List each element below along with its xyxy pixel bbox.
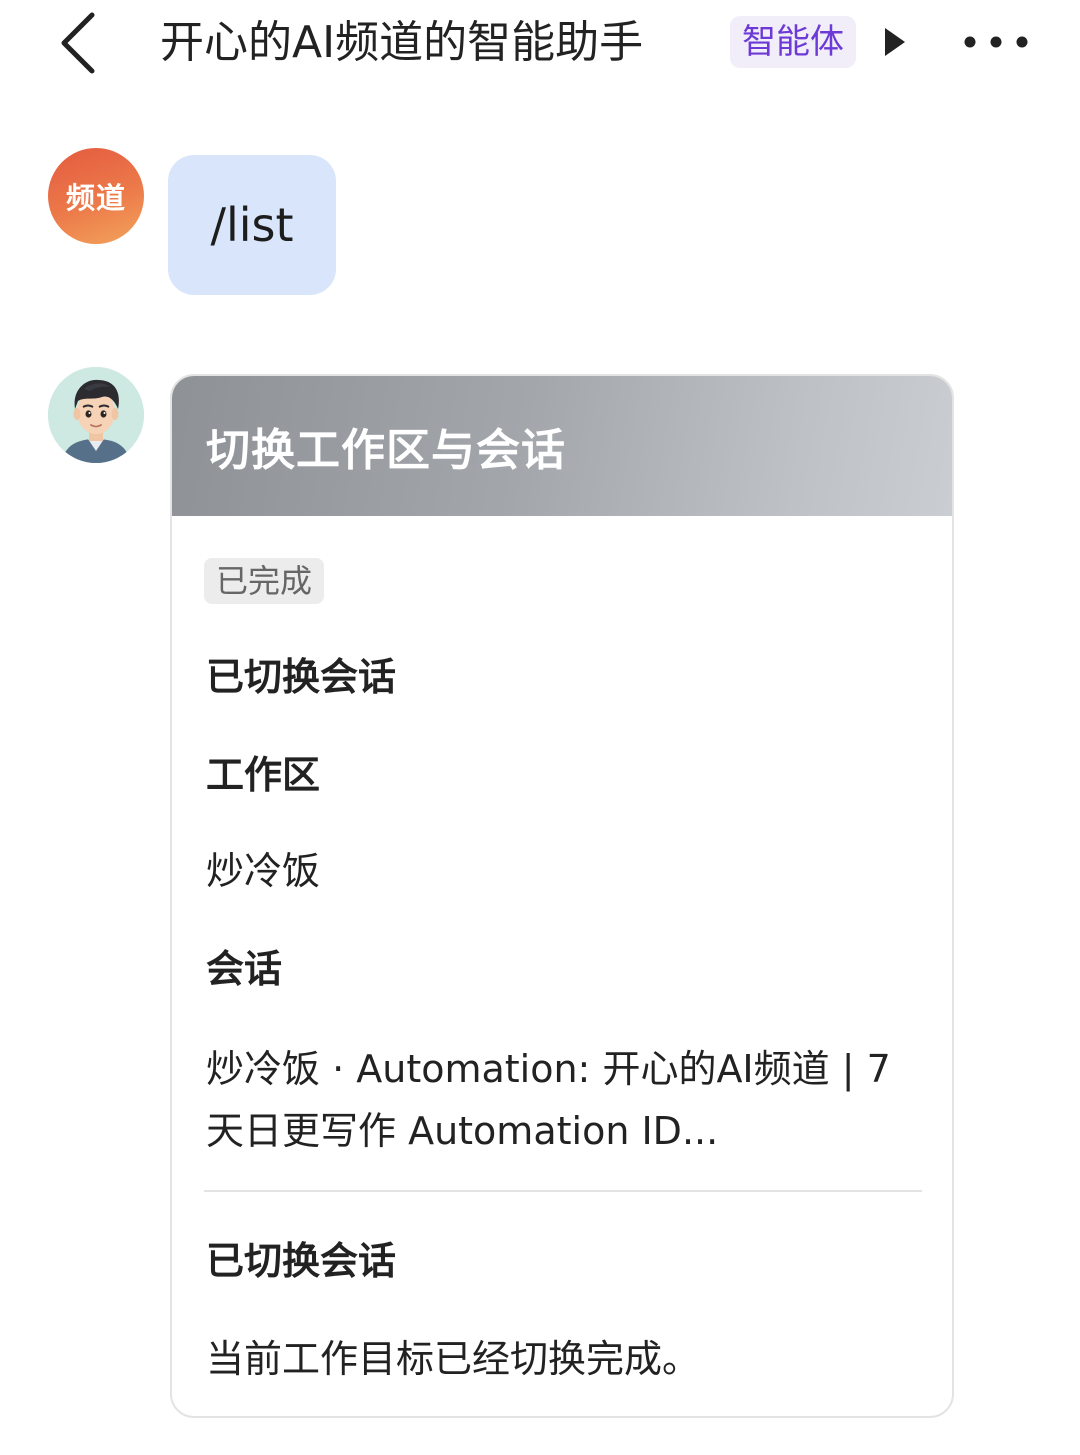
divider — [204, 1190, 922, 1192]
chevron-left-icon — [61, 12, 95, 74]
play-triangle-icon — [885, 28, 905, 56]
section-heading: 已切换会话 — [206, 655, 397, 699]
user-message-bubble[interactable]: /list — [168, 155, 336, 295]
chat-screen: 开心的AI频道的智能助手 智能体 频道 /list 切换工作区与会话 已完成 已… — [0, 0, 1080, 1455]
top-bar: 开心的AI频道的智能助手 智能体 — [0, 0, 1080, 90]
workspace-value: 炒冷饭 — [206, 849, 321, 893]
channel-avatar[interactable]: 频道 — [48, 148, 144, 244]
status-description: 当前工作目标已经切换完成。 — [206, 1337, 701, 1381]
session-label: 会话 — [206, 947, 283, 991]
expand-button[interactable] — [883, 26, 907, 58]
agent-badge: 智能体 — [730, 16, 856, 68]
cartoon-man-avatar-icon — [48, 367, 144, 463]
more-button[interactable] — [960, 20, 1036, 64]
back-button[interactable] — [48, 8, 108, 78]
more-horizontal-icon — [964, 36, 1028, 48]
section-heading: 已切换会话 — [206, 1239, 397, 1283]
card-header: 切换工作区与会话 — [172, 376, 952, 516]
bot-avatar[interactable] — [48, 367, 144, 463]
card-title: 切换工作区与会话 — [206, 425, 566, 476]
page-title: 开心的AI频道的智能助手 — [160, 17, 644, 68]
workspace-label: 工作区 — [206, 753, 321, 797]
status-badge: 已完成 — [204, 558, 325, 604]
session-value: 炒冷饭 · Automation: 开心的AI频道 | 7 天日更写作 Auto… — [206, 1047, 891, 1153]
bot-result-card[interactable]: 切换工作区与会话 已完成 已切换会话 工作区 炒冷饭 会话 炒冷饭 · Auto… — [170, 374, 954, 1418]
